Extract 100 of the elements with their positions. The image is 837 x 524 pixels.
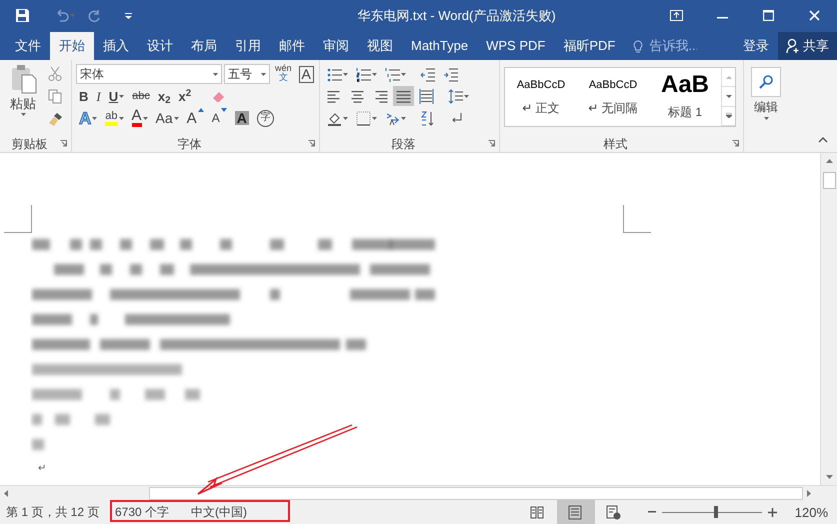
paste-icon [10, 63, 36, 94]
ribbon-tab[interactable]: 引用 [226, 32, 270, 60]
shrink-button[interactable]: A [208, 108, 230, 128]
copy-icon [48, 88, 62, 104]
italic-button[interactable]: I [93, 86, 104, 106]
print-view-button[interactable] [556, 500, 595, 524]
ribbon-tab[interactable]: 邮件 [270, 32, 314, 60]
book-icon [530, 504, 546, 520]
borders-icon [356, 110, 371, 126]
caret-icon [125, 12, 132, 18]
scroll-thumb[interactable] [822, 172, 836, 189]
dialog-launcher-icon[interactable] [732, 140, 739, 147]
bullets-icon [327, 66, 342, 82]
up-triangle-icon [198, 108, 204, 112]
sign-in-link[interactable]: 登录 [734, 32, 778, 60]
shaded-button[interactable]: A [232, 108, 252, 128]
page-count[interactable]: 第 1 页，共 12 页 [0, 503, 115, 521]
editing-button[interactable]: 编辑 [748, 63, 784, 135]
scroll-thumb[interactable] [148, 486, 804, 500]
caret-icon [213, 72, 218, 76]
ribbon-tab[interactable]: 布局 [182, 32, 226, 60]
increase-indent-icon [443, 66, 458, 82]
ribbon-tab[interactable]: MathType [402, 32, 478, 60]
caret-icon [464, 94, 469, 98]
numbering-icon [356, 66, 371, 82]
share-button[interactable]: 共享 [778, 32, 837, 60]
globe-page-icon [606, 504, 622, 520]
decrease-indent-icon [420, 66, 435, 82]
group-label: 段落 [390, 136, 416, 152]
multilevel-list-icon [385, 66, 400, 82]
up-arrow-icon [826, 159, 832, 163]
ribbon-tab[interactable]: 文件 [6, 32, 50, 60]
dialog-launcher-icon[interactable] [308, 140, 315, 147]
bold-button[interactable]: x$^{2}$ [176, 86, 194, 106]
plus-icon [768, 508, 777, 516]
caret-icon [20, 113, 26, 116]
save-icon [15, 8, 30, 23]
maximize-icon [762, 10, 774, 21]
sort-icon [420, 110, 435, 126]
ribbon-tab[interactable]: WPS PDF [477, 32, 554, 60]
fontcolor-button[interactable]: A [128, 108, 151, 128]
bold-button[interactable]: B [76, 86, 92, 106]
ribbon-tab[interactable]: 视图 [358, 32, 402, 60]
distributed-icon [419, 88, 434, 104]
search-icon [759, 75, 773, 89]
ribbon-tab[interactable]: 福昕PDF [554, 32, 624, 60]
align-right-icon [373, 88, 388, 104]
character-border-button[interactable]: A [298, 66, 314, 82]
caret-icon [401, 116, 406, 120]
paragraph-mark: ↵ [38, 462, 46, 476]
minus-icon [648, 511, 656, 513]
paste-button[interactable]: 粘贴 [4, 63, 42, 131]
shading-icon [327, 110, 342, 126]
asian-layout-icon [385, 110, 400, 126]
zoom-level[interactable]: 120% [792, 502, 831, 522]
lightbulb-icon [632, 40, 644, 52]
caret-icon [726, 94, 732, 99]
slider-thumb[interactable] [714, 506, 718, 518]
font-name-field[interactable]: 宋体 [76, 64, 222, 84]
more-icon [726, 113, 732, 118]
dialog-launcher-icon[interactable] [488, 140, 495, 147]
down-arrow-icon [826, 475, 832, 479]
word-count[interactable]: 6730 个字 [115, 503, 191, 521]
chevron-up-icon [818, 136, 828, 142]
ribbon-tab[interactable]: 审阅 [314, 32, 358, 60]
close-icon [808, 10, 820, 21]
highlight-button[interactable]: ab [102, 108, 127, 128]
left-arrow-icon [4, 490, 8, 496]
crop-mark [623, 205, 651, 233]
align-center-icon [350, 88, 365, 104]
caret-icon [372, 116, 377, 120]
ribbon-tab[interactable]: 插入 [94, 32, 138, 60]
dialog-launcher-icon[interactable] [60, 140, 67, 147]
caret-icon [726, 74, 732, 80]
strike-button[interactable]: abc [129, 86, 153, 106]
plain-button[interactable]: Aa [152, 108, 182, 128]
scissors-icon [48, 66, 62, 80]
caret-icon [261, 72, 266, 76]
caret-icon [70, 14, 75, 17]
ribbon-display-icon [670, 10, 682, 21]
align-justify-button[interactable] [393, 86, 414, 106]
window-title: 华东电网.txt - Word(产品激活失败) [356, 6, 557, 25]
underline-button[interactable]: U [106, 86, 128, 106]
language-indicator[interactable]: 中文(中国) [191, 503, 247, 521]
redo-icon [87, 8, 101, 22]
crop-mark [4, 205, 32, 233]
caret-icon [401, 72, 406, 76]
bold-button[interactable]: x$_{2}$ [154, 86, 174, 106]
paintbrush-icon [48, 112, 63, 126]
ribbon-tab[interactable]: 开始 [50, 32, 94, 60]
ribbon-tab[interactable]: 设计 [138, 32, 182, 60]
caret-icon [343, 116, 348, 120]
grow-button[interactable]: A [184, 108, 207, 128]
align-justify-icon [396, 88, 411, 104]
person-add-icon [786, 38, 800, 54]
down-triangle-icon [220, 108, 227, 112]
align-left-icon [327, 88, 342, 104]
phonetic-guide-button[interactable]: wén 文 [272, 64, 295, 84]
font-size-field[interactable]: 五号 [224, 64, 270, 84]
line-spacing-icon [448, 88, 463, 104]
